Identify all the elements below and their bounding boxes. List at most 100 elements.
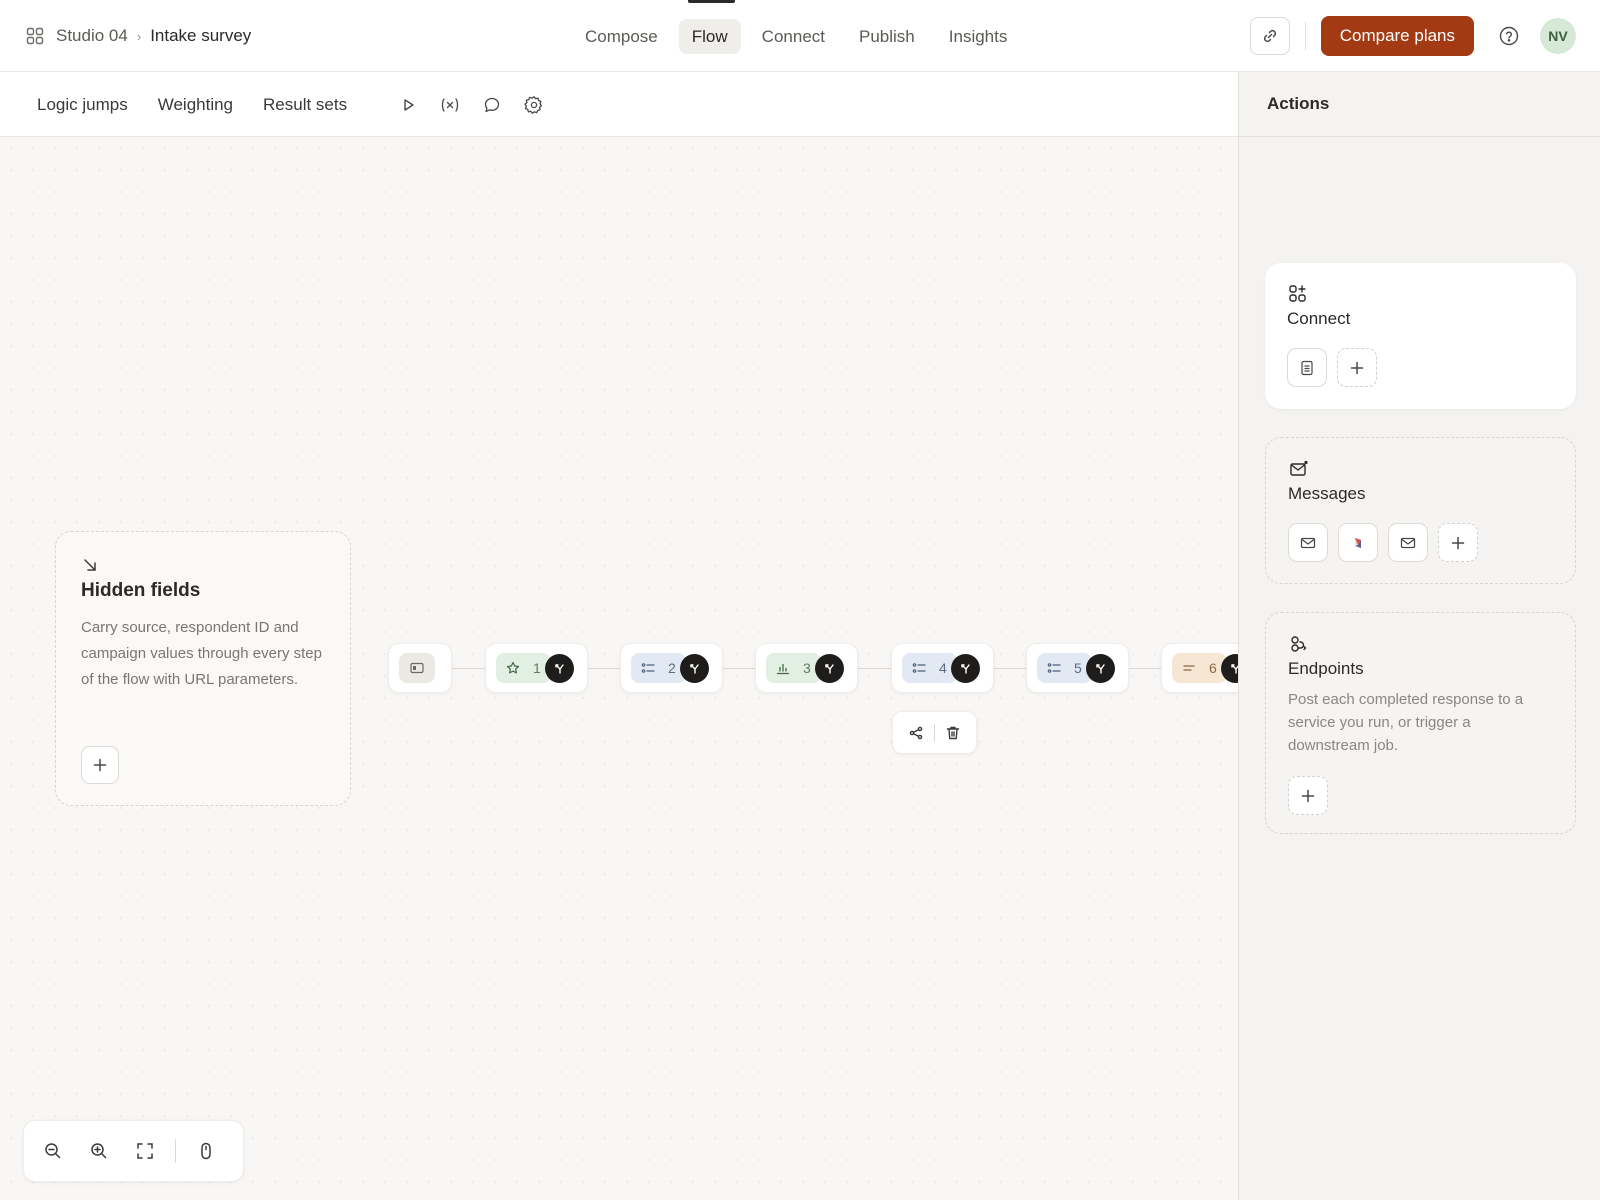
branch-icon: [1231, 663, 1238, 674]
flow-toolbar: Logic jumps Weighting Result sets: [0, 72, 1238, 137]
branch-icon: [961, 663, 970, 674]
branch-icon: [555, 663, 564, 674]
text-icon: [1182, 661, 1196, 675]
active-tab-indicator: [688, 0, 735, 3]
add-message-button[interactable]: [1438, 523, 1478, 562]
logic-branch-badge[interactable]: [1085, 653, 1115, 683]
mail-icon: [1400, 537, 1416, 548]
node-number: 2: [668, 660, 676, 676]
zoom-controls: [23, 1120, 244, 1182]
plus-icon: [1350, 361, 1364, 374]
connect-integrations: [1287, 348, 1554, 387]
node-type-chip: 6: [1172, 653, 1227, 683]
messages-card: Messages: [1265, 437, 1576, 584]
bar-chart-icon: [776, 661, 790, 675]
mouse-mode-icon[interactable]: [196, 1141, 216, 1161]
subtab-logic-jumps[interactable]: Logic jumps: [37, 95, 128, 115]
breadcrumb-separator: ›: [136, 28, 142, 44]
delete-node-icon[interactable]: [945, 725, 961, 741]
breadcrumb: Studio 04 › Intake survey: [24, 0, 251, 72]
node-number: 3: [803, 660, 811, 676]
tab-publish[interactable]: Publish: [846, 19, 928, 54]
breadcrumb-form-name[interactable]: Intake survey: [150, 26, 251, 46]
flow-node-5[interactable]: 5: [1026, 643, 1129, 693]
flow-subtabs: Logic jumps Weighting Result sets: [37, 72, 347, 137]
logic-branch-badge[interactable]: [950, 653, 980, 683]
popover-divider: [934, 723, 935, 742]
header-divider: [1304, 22, 1306, 50]
node-type-chip: [399, 653, 435, 683]
list-icon: [641, 661, 655, 675]
apps-grid-icon[interactable]: [24, 25, 46, 47]
share-node-icon[interactable]: [908, 725, 924, 741]
node-number: 4: [939, 660, 947, 676]
subtab-result-sets[interactable]: Result sets: [263, 95, 347, 115]
logic-branch-badge[interactable]: [679, 653, 709, 683]
zoom-out-icon[interactable]: [43, 1141, 63, 1161]
endpoints-card-title: Endpoints: [1288, 659, 1364, 678]
add-integration-button[interactable]: [1337, 348, 1377, 387]
email-message-button[interactable]: [1288, 523, 1328, 562]
help-icon[interactable]: [1498, 25, 1520, 47]
node-number: 1: [533, 660, 541, 676]
connect-card: Connect: [1265, 263, 1576, 409]
variables-icon[interactable]: [440, 95, 460, 115]
mail-icon: [1300, 537, 1316, 548]
node-type-chip: 4: [902, 653, 957, 683]
flow-node-2[interactable]: 2: [620, 643, 723, 693]
node-type-chip: 3: [766, 653, 821, 683]
branch-icon: [1096, 663, 1105, 674]
endpoints-actions: [1288, 776, 1553, 815]
tab-compose[interactable]: Compose: [572, 19, 671, 54]
flow-node-3[interactable]: 3: [755, 643, 858, 693]
hidden-fields-card: Hidden fields Carry source, respondent I…: [55, 531, 351, 806]
fit-to-screen-icon[interactable]: [135, 1141, 155, 1161]
welcome-screen-icon: [410, 661, 424, 675]
actions-panel-title: Actions: [1239, 72, 1600, 137]
zoom-in-icon[interactable]: [89, 1141, 109, 1161]
flow-tool-icons: [398, 72, 544, 137]
avatar[interactable]: NV: [1540, 18, 1576, 54]
apps-add-icon: [1287, 283, 1309, 305]
settings-icon[interactable]: [524, 95, 544, 115]
add-endpoint-button[interactable]: [1288, 776, 1328, 815]
flow-node-1[interactable]: 1: [485, 643, 588, 693]
endpoints-card-description: Post each completed response to a servic…: [1288, 691, 1524, 754]
node-number: 6: [1209, 660, 1217, 676]
breadcrumb-workspace[interactable]: Studio 04: [56, 26, 128, 46]
messages-channels: [1288, 523, 1553, 562]
chat-app-message-button[interactable]: [1338, 523, 1378, 562]
top-bar: Studio 04 › Intake survey Compose Flow C…: [0, 0, 1600, 72]
flow-node-4[interactable]: 4: [891, 643, 994, 693]
subtab-weighting[interactable]: Weighting: [158, 95, 233, 115]
hidden-fields-title: Hidden fields: [81, 580, 201, 601]
logic-branch-badge[interactable]: [814, 653, 844, 683]
spreadsheet-icon: [1301, 360, 1313, 375]
email-notification-button[interactable]: [1388, 523, 1428, 562]
flow-node-6[interactable]: 6: [1161, 643, 1238, 693]
sheets-integration-button[interactable]: [1287, 348, 1327, 387]
flow-canvas[interactable]: Hidden fields Carry source, respondent I…: [0, 137, 1238, 1200]
flow-node-welcome[interactable]: [388, 643, 452, 693]
header-actions: Compare plans NV: [1249, 16, 1576, 56]
arrow-down-right-icon: [81, 556, 101, 576]
node-action-popover: [892, 711, 977, 754]
node-type-chip: 1: [496, 653, 551, 683]
tab-connect[interactable]: Connect: [749, 19, 838, 54]
play-icon[interactable]: [398, 95, 418, 115]
tab-flow[interactable]: Flow: [678, 19, 741, 54]
add-hidden-field-button[interactable]: [81, 746, 119, 784]
node-type-chip: 5: [1037, 653, 1092, 683]
logic-branch-badge[interactable]: [544, 653, 574, 683]
copy-link-button[interactable]: [1249, 17, 1290, 55]
endpoints-icon: [1288, 633, 1310, 655]
messages-card-title: Messages: [1288, 484, 1366, 503]
tab-insights[interactable]: Insights: [936, 19, 1021, 54]
comment-icon[interactable]: [482, 95, 502, 115]
hidden-fields-description: Carry source, respondent ID and campaign…: [81, 619, 322, 688]
connect-card-title: Connect: [1287, 309, 1351, 328]
star-icon: [506, 661, 520, 675]
compare-plans-button[interactable]: Compare plans: [1320, 16, 1474, 56]
list-icon: [912, 661, 926, 675]
node-type-chip: 2: [631, 653, 686, 683]
